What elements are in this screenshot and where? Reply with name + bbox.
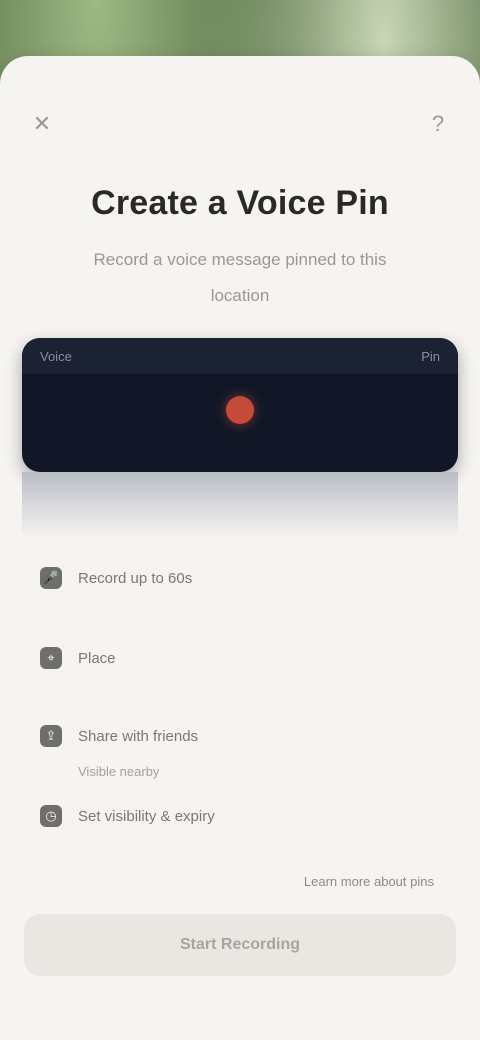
feature-label: Set visibility & expiry <box>78 807 215 825</box>
help-button[interactable]: ? <box>422 108 454 140</box>
learn-more-link[interactable]: Learn more about pins <box>304 874 434 889</box>
feature-row-place: ⌖ Place <box>40 638 440 678</box>
hero-bar-left: Voice <box>40 348 72 364</box>
hero-bar: Voice Pin <box>22 338 458 374</box>
feature-row-record: 🎤 Record up to 60s <box>40 558 440 598</box>
help-icon: ? <box>431 111 445 136</box>
hero-bar-right: Pin <box>421 348 440 364</box>
feature-row-visibility: ◷ Set visibility & expiry <box>40 796 440 836</box>
feature-label: Place <box>78 649 116 667</box>
close-icon: ✕ <box>32 111 52 136</box>
hero-shadow <box>22 472 458 538</box>
feature-label: Share with friends <box>78 727 199 745</box>
hero-preview: Voice Pin <box>22 338 458 472</box>
pin-icon: ⌖ <box>40 647 62 669</box>
start-recording-button[interactable]: Start Recording <box>24 914 456 976</box>
clock-icon: ◷ <box>40 805 62 827</box>
page-subtitle: Record a voice message pinned to this lo… <box>93 250 387 305</box>
share-icon: ⇪ <box>40 725 62 747</box>
feature-row-share: ⇪ Share with friends <box>40 716 440 756</box>
record-dot-icon <box>226 396 254 424</box>
modal-sheet: ✕ ? Create a Voice Pin Record a voice me… <box>0 56 480 1040</box>
feature-sublabel: Visible nearby <box>78 764 160 779</box>
page-title: Create a Voice Pin <box>91 184 389 222</box>
feature-label: Record up to 60s <box>78 569 193 587</box>
close-button[interactable]: ✕ <box>26 108 58 140</box>
mic-icon: 🎤 <box>40 567 62 589</box>
